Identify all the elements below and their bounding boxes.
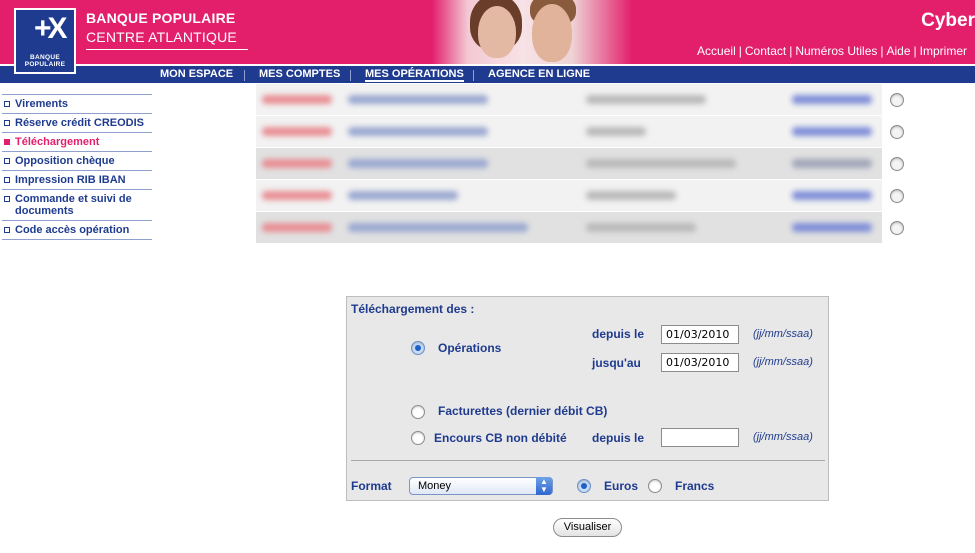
bullet-icon [4,227,10,233]
nav-mes-operations[interactable]: MES OPÉRATIONS [365,68,464,82]
blurred-account-cells [256,116,882,147]
from-date-hint: (jj/mm/ssaa) [753,328,813,340]
table-row [256,116,919,148]
operations-label: Opérations [438,341,502,355]
bullet-icon [4,101,10,107]
bullet-icon [4,139,10,145]
bank-name-underline [86,49,248,50]
operations-radio[interactable] [411,341,425,355]
from-date-input[interactable] [661,325,739,344]
account-radio[interactable] [890,157,904,171]
nav-separator [473,70,474,81]
link-accueil[interactable]: Accueil [697,44,736,58]
select-arrows-icon: ▲ ▼ [536,477,552,495]
blurred-account-cells [256,84,882,115]
encours-date-label: depuis le [592,431,645,445]
nav-separator [350,70,351,81]
format-select[interactable]: Money ▲ ▼ [409,477,553,495]
bank-region: CENTRE ATLANTIQUE [86,29,237,45]
euros-radio[interactable] [577,479,591,493]
account-radio[interactable] [890,93,904,107]
cyber-title: Cyber [921,10,975,31]
from-date-label: depuis le [592,327,645,341]
nav-mes-comptes[interactable]: MES COMPTES [259,68,340,80]
encours-radio[interactable] [411,431,425,445]
to-date-hint: (jj/mm/ssaa) [753,356,813,368]
nav-mon-espace[interactable]: MON ESPACE [160,68,233,80]
francs-radio[interactable] [648,479,662,493]
account-radio[interactable] [890,125,904,139]
bullet-icon [4,177,10,183]
table-row [256,212,919,244]
download-form: Téléchargement des : Opérations depuis l… [346,296,829,501]
main-nav: MON ESPACE MES COMPTES MES OPÉRATIONS AG… [0,64,975,83]
logo-symbol: +X [34,12,67,45]
table-row [256,148,919,180]
top-links: Accueil | Contact | Numéros Utiles | Aide | Impr… [697,44,967,58]
link-aide[interactable]: Aide [887,44,911,58]
sidebar-item-telechargement[interactable]: Téléchargement [2,132,152,151]
sidebar-item-virements[interactable]: Virements [2,94,152,113]
encours-label: Encours CB non débité [434,431,567,445]
blurred-account-cells [256,180,882,211]
sidebar-menu: Virements Réserve crédit CREODIS Télécha… [2,94,152,240]
bullet-icon [4,158,10,164]
nav-agence-en-ligne[interactable]: AGENCE EN LIGNE [488,68,590,80]
link-numeros-utiles[interactable]: Numéros Utiles [795,44,877,58]
link-contact[interactable]: Contact [745,44,786,58]
table-row [256,84,919,116]
account-radio[interactable] [890,189,904,203]
logo-text: BANQUE POPULAIRE [24,54,66,68]
facturettes-radio[interactable] [411,405,425,419]
form-title: Téléchargement des : [351,302,475,316]
sidebar-item-opposition-cheque[interactable]: Opposition chèque [2,151,152,170]
encours-date-input[interactable] [661,428,739,447]
blurred-account-cells [256,212,882,243]
facturettes-label: Facturettes (dernier débit CB) [438,404,608,418]
nav-separator [244,70,245,81]
to-date-label: jusqu'au [592,356,641,370]
form-divider [351,460,825,461]
table-row [256,180,919,212]
bank-logo[interactable]: +X BANQUE POPULAIRE [14,8,76,74]
to-date-input[interactable] [661,353,739,372]
visualiser-button[interactable]: Visualiser [553,518,622,537]
francs-label: Francs [675,479,715,493]
sidebar-item-code-acces[interactable]: Code accès opération [2,220,152,240]
sidebar-item-reserve-credit[interactable]: Réserve crédit CREODIS [2,113,152,132]
bank-name: BANQUE POPULAIRE [86,10,236,26]
encours-date-hint: (jj/mm/ssaa) [753,431,813,443]
blurred-account-cells [256,148,882,179]
bullet-icon [4,120,10,126]
link-imprimer[interactable]: Imprimer [920,44,967,58]
header-photo [432,0,632,64]
bullet-icon [4,196,10,202]
accounts-table [256,84,919,244]
format-label: Format [351,479,392,493]
sidebar-item-impression-rib[interactable]: Impression RIB IBAN [2,170,152,189]
sidebar-item-commande-documents[interactable]: Commande et suivi de documents [2,189,152,220]
account-radio[interactable] [890,221,904,235]
euros-label: Euros [604,479,639,493]
